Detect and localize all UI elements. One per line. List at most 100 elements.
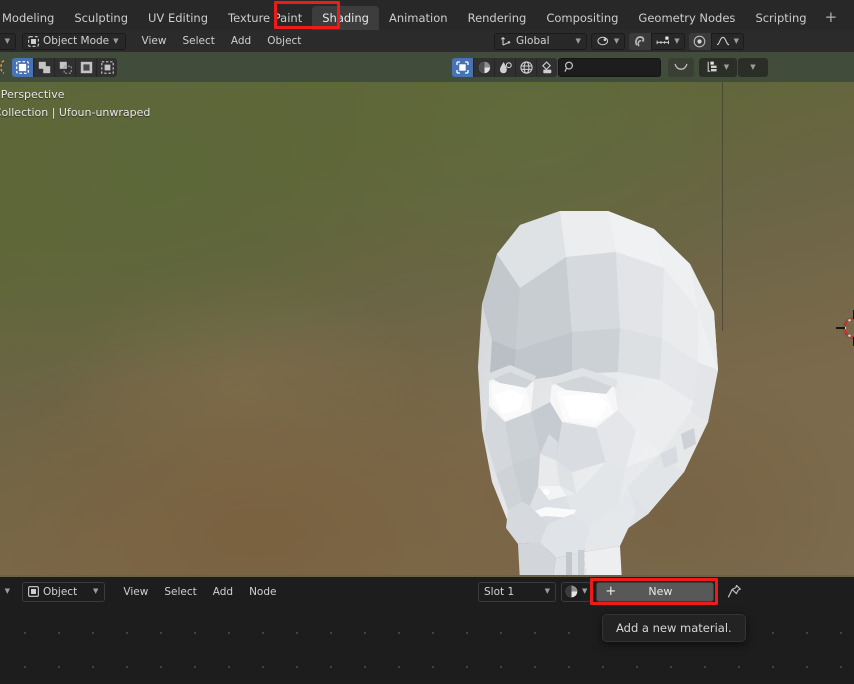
menu-label: Node xyxy=(249,586,276,598)
shader-type-dropdown[interactable]: Object ▼ xyxy=(22,582,105,602)
new-material-button[interactable]: + New xyxy=(596,582,714,602)
chevron-down-icon: ▼ xyxy=(734,38,739,45)
workspace-tab-label: Shading xyxy=(322,11,369,25)
chevron-down-icon: ▼ xyxy=(5,588,10,595)
menu-label: Add xyxy=(231,35,251,47)
chevron-down-icon: ▼ xyxy=(93,588,98,595)
chevron-down-icon: ▼ xyxy=(750,64,755,71)
plus-icon: + xyxy=(605,585,616,598)
workspace-tab-label: Animation xyxy=(389,11,448,25)
object-shader-icon xyxy=(28,586,39,597)
shader-type-label: Object xyxy=(43,586,89,598)
transform-orientation-dropdown[interactable]: Global ▼ xyxy=(494,33,587,50)
viewport-tool-header: ▼ ▼ xyxy=(0,52,854,82)
add-workspace-button[interactable]: + xyxy=(817,6,846,30)
tooltip: Add a new material. xyxy=(602,614,746,642)
snap-target-dropdown[interactable]: ▼ xyxy=(651,33,684,50)
proportional-falloff-dropdown[interactable]: ▼ xyxy=(711,33,744,50)
chevron-down-icon: ▼ xyxy=(582,588,587,595)
interaction-mode-label: Object Mode xyxy=(43,35,109,47)
blender-window: Modeling Sculpting UV Editing Texture Pa… xyxy=(0,0,854,684)
chevron-down-icon: ▼ xyxy=(576,38,581,45)
object-mode-icon xyxy=(28,36,39,47)
shader-menu-node[interactable]: Node xyxy=(241,583,284,601)
workspace-tab-label: Geometry Nodes xyxy=(638,11,735,25)
select-extend-button[interactable] xyxy=(33,58,54,77)
select-intersect-button[interactable] xyxy=(96,58,117,77)
proportional-falloff-icon xyxy=(716,35,730,47)
low-poly-head-mesh[interactable] xyxy=(0,82,854,575)
active-tool-icon[interactable] xyxy=(0,60,7,74)
snap-increment-icon xyxy=(656,35,670,47)
workspace-tab-label: Modeling xyxy=(2,11,54,25)
workspace-tab-label: Sculpting xyxy=(74,11,128,25)
shader-menu-add[interactable]: Add xyxy=(205,583,241,601)
workspace-tab-label: Texture Paint xyxy=(228,11,302,25)
tooltip-text: Add a new material. xyxy=(616,621,732,635)
workspace-tab-texture-paint[interactable]: Texture Paint xyxy=(218,6,312,30)
workspace-tab-label: Compositing xyxy=(546,11,618,25)
search-input[interactable] xyxy=(558,58,661,77)
shading-wireframe-button[interactable] xyxy=(452,58,473,77)
material-browse-dropdown[interactable]: ▼ xyxy=(561,582,591,602)
workspace-tab-sculpting[interactable]: Sculpting xyxy=(64,6,138,30)
snap-toggle-button[interactable] xyxy=(629,33,651,50)
viewport-editor-type-dropdown[interactable]: ▼ xyxy=(0,33,16,50)
material-sphere-icon xyxy=(565,585,578,598)
shading-mode-group xyxy=(452,58,557,77)
viewport-menu-view[interactable]: View xyxy=(134,32,175,50)
menu-label: View xyxy=(142,35,167,47)
workspace-tab-modeling[interactable]: Modeling xyxy=(0,6,64,30)
workspace-tab-label: Scripting xyxy=(755,11,806,25)
shader-editor-header: ▼ Object ▼ View Select Add Node Slot 1 ▼ xyxy=(0,577,854,606)
menu-label: View xyxy=(123,586,148,598)
workspace-tab-label: UV Editing xyxy=(148,11,208,25)
viewport-menu-select[interactable]: Select xyxy=(174,32,222,50)
3d-cursor-icon xyxy=(836,310,854,346)
workspace-tab-animation[interactable]: Animation xyxy=(379,6,458,30)
menu-label: Select xyxy=(182,35,214,47)
shading-brush-button[interactable] xyxy=(536,58,557,77)
pin-icon[interactable] xyxy=(727,584,742,599)
select-mode-group xyxy=(12,58,117,77)
shading-rendered-button[interactable] xyxy=(515,58,536,77)
workspace-tab-bar: Modeling Sculpting UV Editing Texture Pa… xyxy=(0,0,854,30)
shader-menu-select[interactable]: Select xyxy=(156,583,204,601)
select-invert-button[interactable] xyxy=(75,58,96,77)
transform-orientation-label: Global xyxy=(516,35,550,47)
workspace-tab-shading[interactable]: Shading xyxy=(312,6,379,30)
falloff-curve-button[interactable] xyxy=(668,58,694,77)
chevron-down-icon: ▼ xyxy=(545,588,550,595)
viewport-options-dropdown[interactable]: ▼ xyxy=(738,58,768,77)
interaction-mode-dropdown[interactable]: Object Mode ▼ xyxy=(22,33,126,50)
workspace-tab-geometry-nodes[interactable]: Geometry Nodes xyxy=(628,6,745,30)
workspace-tab-label: Rendering xyxy=(468,11,527,25)
proportional-editing-toggle[interactable] xyxy=(689,33,711,50)
plus-icon: + xyxy=(825,8,838,26)
chevron-down-icon: ▼ xyxy=(5,38,10,45)
viewport-menu-object[interactable]: Object xyxy=(259,32,309,50)
shading-material-preview-button[interactable] xyxy=(494,58,515,77)
select-set-new-button[interactable] xyxy=(12,58,33,77)
material-slot-dropdown[interactable]: Slot 1 ▼ xyxy=(478,582,556,602)
shading-solid-button[interactable] xyxy=(473,58,494,77)
workspace-tab-rendering[interactable]: Rendering xyxy=(458,6,537,30)
pivot-point-dropdown[interactable]: ▼ xyxy=(591,33,625,50)
chevron-down-icon: ▼ xyxy=(674,38,679,45)
select-subtract-button[interactable] xyxy=(54,58,75,77)
workspace-tab-scripting[interactable]: Scripting xyxy=(745,6,816,30)
filter-dropdown-button[interactable]: ▼ xyxy=(699,58,737,77)
shader-editor-type-dropdown[interactable]: ▼ xyxy=(0,583,16,600)
workspace-tab-uv-editing[interactable]: UV Editing xyxy=(138,6,218,30)
workspace-tab-compositing[interactable]: Compositing xyxy=(536,6,628,30)
chevron-down-icon: ▼ xyxy=(113,38,118,45)
shader-menu-view[interactable]: View xyxy=(115,583,156,601)
pivot-point-icon xyxy=(597,35,610,47)
3d-viewport[interactable]: er Perspective ) Collection | Ufoun-unwr… xyxy=(0,82,854,575)
viewport-menu-add[interactable]: Add xyxy=(223,32,259,50)
viewport-header: ▼ Object Mode ▼ View Select Add Object xyxy=(0,30,854,52)
chevron-down-icon: ▼ xyxy=(724,64,729,71)
material-slot-label: Slot 1 xyxy=(484,586,514,598)
search-icon xyxy=(564,61,576,73)
snap-magnet-icon xyxy=(634,35,646,47)
